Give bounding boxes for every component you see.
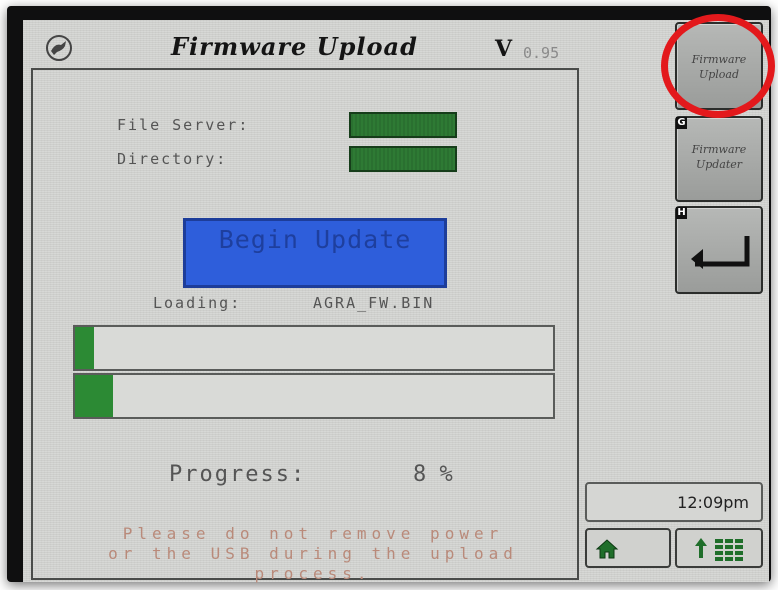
firmware-upload-softkey[interactable]: Firmware Upload bbox=[675, 22, 763, 110]
progress-label: Progress: bbox=[169, 462, 307, 487]
loading-label: Loading: bbox=[153, 294, 242, 312]
progress-value: 8 % bbox=[413, 462, 453, 487]
file-progress-fill bbox=[75, 327, 95, 369]
file-server-label: File Server: bbox=[117, 116, 250, 134]
softkey-label-line-1: Firmware bbox=[691, 143, 747, 156]
firmware-upload-panel: File Server: Directory: Begin Update Loa… bbox=[31, 68, 579, 583]
directory-field[interactable] bbox=[349, 146, 457, 172]
loading-file-name: AGRA_FW.BIN bbox=[313, 294, 435, 312]
title-bar: Firmware Upload V 0.95 bbox=[23, 20, 593, 70]
home-button[interactable] bbox=[585, 528, 671, 568]
display-screen: Firmware Upload V 0.95 File Server: Dire… bbox=[23, 14, 775, 583]
softkey-letter-h: H bbox=[676, 207, 687, 219]
page-title: Firmware Upload bbox=[171, 32, 418, 61]
softkey-letter-g: G bbox=[676, 117, 687, 129]
home-icon bbox=[595, 539, 619, 559]
menu-button[interactable] bbox=[675, 528, 763, 568]
version-number: 0.95 bbox=[523, 44, 560, 62]
softkey-label-line-2: Upload bbox=[698, 68, 740, 81]
warning-line-2: or the USB during the upload bbox=[108, 544, 518, 563]
overall-progress-fill bbox=[75, 375, 114, 417]
back-arrow-icon bbox=[691, 236, 750, 269]
file-server-field[interactable] bbox=[349, 112, 457, 138]
file-progress-bar bbox=[73, 325, 555, 371]
clock-time: 12:09pm bbox=[677, 493, 749, 512]
warning-line-1: Please do not remove power bbox=[122, 524, 504, 543]
overall-progress-bar bbox=[73, 373, 555, 419]
begin-update-button[interactable]: Begin Update bbox=[183, 218, 447, 288]
warning-message: Please do not remove power or the USB du… bbox=[53, 524, 573, 584]
softkey-label-line-2: Updater bbox=[695, 158, 743, 171]
version-prefix: V bbox=[495, 36, 513, 62]
menu-up-grid-icon bbox=[695, 538, 743, 561]
clock-panel: 12:09pm bbox=[585, 482, 763, 522]
warning-line-3: process. bbox=[254, 564, 372, 583]
deere-leaping-deer-icon bbox=[46, 35, 72, 61]
back-softkey[interactable]: H bbox=[675, 206, 763, 294]
firmware-updater-softkey[interactable]: G Firmware Updater bbox=[675, 116, 763, 202]
display-bezel: Firmware Upload V 0.95 File Server: Dire… bbox=[7, 6, 775, 583]
directory-label: Directory: bbox=[117, 150, 228, 168]
softkey-label-line-1: Firmware bbox=[691, 53, 747, 66]
